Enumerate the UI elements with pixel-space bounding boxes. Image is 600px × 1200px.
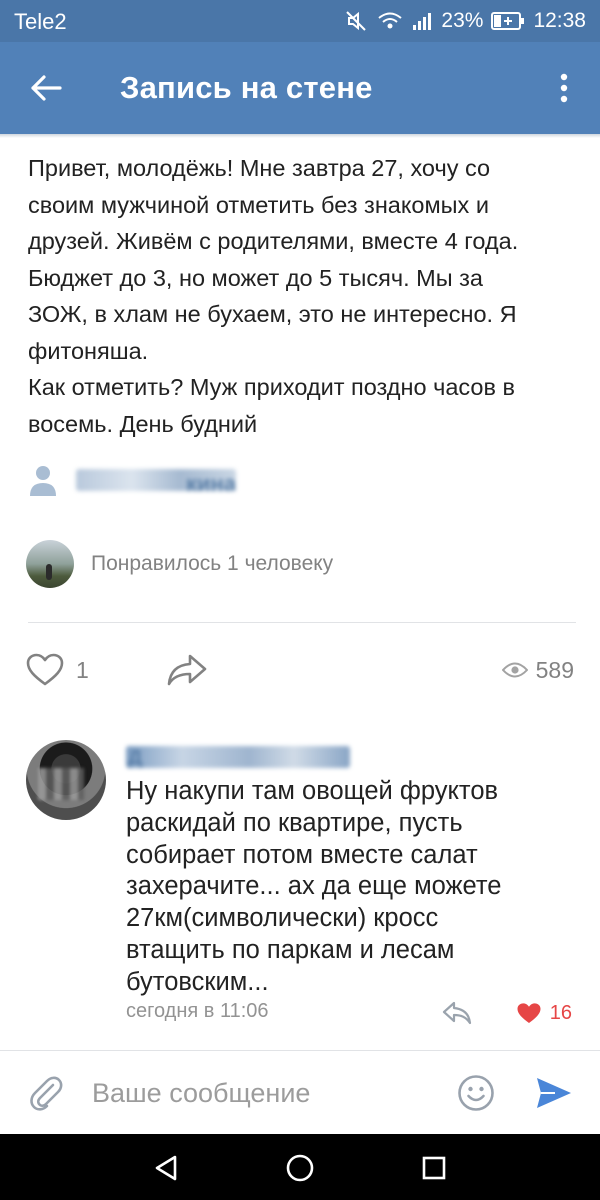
like-count: 1: [76, 656, 89, 683]
comment-text-line: Ну накупи там овощей фруктов: [126, 777, 499, 805]
user-icon: [30, 466, 56, 496]
post-author-link[interactable]: кина: [28, 460, 236, 500]
liked-by-text: Понравилось 1 человеку: [91, 552, 334, 575]
emoji-button[interactable]: [456, 1073, 496, 1113]
paperclip-icon: [30, 1076, 63, 1111]
post-text: Привет, молодёжь! Мне завтра 27, хочу со…: [28, 150, 576, 442]
system-navigation-bar: [0, 1134, 600, 1200]
wifi-icon: [377, 11, 403, 31]
mute-icon: [345, 10, 369, 32]
post-text-line: друзей. Живём с родителями, вместе 4 год…: [28, 228, 519, 254]
square-recents-icon: [422, 1156, 446, 1180]
post-text-line: восемь. День будний: [28, 410, 258, 437]
comment-text-line: бутовским...: [126, 967, 269, 996]
divider: [28, 622, 576, 623]
heart-outline-icon: [26, 653, 64, 686]
comment-like-button[interactable]: 16: [516, 998, 572, 1028]
post-text-line: фитоняша.: [28, 337, 149, 364]
clock: 12:38: [533, 9, 586, 32]
post-text-line: Как отметить? Муж приходит поздно часов …: [28, 374, 515, 400]
signal-icon: [411, 11, 433, 31]
battery-percent: 23%: [441, 9, 484, 32]
comment-text-line: захерачите... ах да еще можете: [126, 872, 502, 901]
views-count: 589: [535, 656, 574, 683]
post-text-line: ЗОЖ, в хлам не бухаем, это не интересно.…: [28, 301, 517, 327]
circle-home-icon: [286, 1154, 314, 1182]
post-author-name: кина: [76, 469, 236, 491]
comment-author-name[interactable]: Д: [126, 746, 350, 769]
comment-like-count: 16: [549, 1001, 572, 1024]
battery-charging-icon: [491, 11, 525, 31]
page-title: Запись на стене: [120, 70, 373, 105]
comment-author-avatar[interactable]: [26, 740, 106, 820]
post-text-line: Привет, молодёжь! Мне завтра 27, хочу со: [28, 155, 491, 181]
arrow-left-icon: [31, 75, 62, 101]
heart-filled-icon: [517, 1002, 541, 1023]
carrier-name: Tele2: [14, 9, 67, 34]
comment-text: Ну накупи там овощей фруктов раскидай по…: [126, 776, 566, 999]
send-icon: [537, 1078, 571, 1108]
avatar: [26, 540, 74, 588]
app-bar-shadow: [0, 134, 600, 138]
nav-recents-button[interactable]: [418, 1152, 450, 1184]
send-button[interactable]: [532, 1073, 576, 1113]
triangle-back-icon: [155, 1155, 177, 1181]
pixelated-face: [38, 768, 84, 800]
like-button[interactable]: 1: [26, 650, 89, 690]
smiley-icon: [458, 1075, 494, 1111]
status-icons: 23% 12:38: [345, 7, 586, 35]
comment-text-line: собирает потом вместе салат: [126, 840, 478, 869]
nav-home-button[interactable]: [284, 1152, 316, 1184]
share-button[interactable]: [166, 650, 210, 690]
back-button[interactable]: [22, 64, 70, 112]
comment-timestamp: сегодня в 11:06: [126, 1000, 269, 1022]
comment-text-line: раскидай по квартире, пусть: [126, 808, 463, 837]
post-text-line: своим мужчиной отметить без знакомых и: [28, 191, 489, 218]
more-vertical-icon: [560, 73, 568, 103]
post-text-line: Бюджет до 3, но может до 5 тысяч. Мы за: [28, 264, 484, 291]
attach-button[interactable]: [26, 1073, 66, 1113]
reply-icon: [442, 1001, 472, 1025]
nav-back-button[interactable]: [150, 1152, 182, 1184]
app-bar: Запись на стене: [0, 42, 600, 134]
status-bar: Tele2 23% 12:38: [0, 0, 600, 42]
reply-button[interactable]: [442, 998, 476, 1028]
message-composer: [0, 1050, 600, 1134]
views-counter: 589: [501, 650, 574, 690]
message-input[interactable]: [92, 1071, 432, 1115]
comment-text-line: 27км(символически) кросс: [126, 904, 439, 933]
post-actions: 1 589: [0, 645, 600, 695]
liked-by-row[interactable]: Понравилось 1 человеку: [26, 540, 333, 588]
more-options-button[interactable]: [544, 64, 584, 112]
comment-text-line: втащить по паркам и лесам: [126, 935, 455, 964]
eye-icon: [501, 662, 528, 678]
share-icon: [167, 654, 207, 686]
